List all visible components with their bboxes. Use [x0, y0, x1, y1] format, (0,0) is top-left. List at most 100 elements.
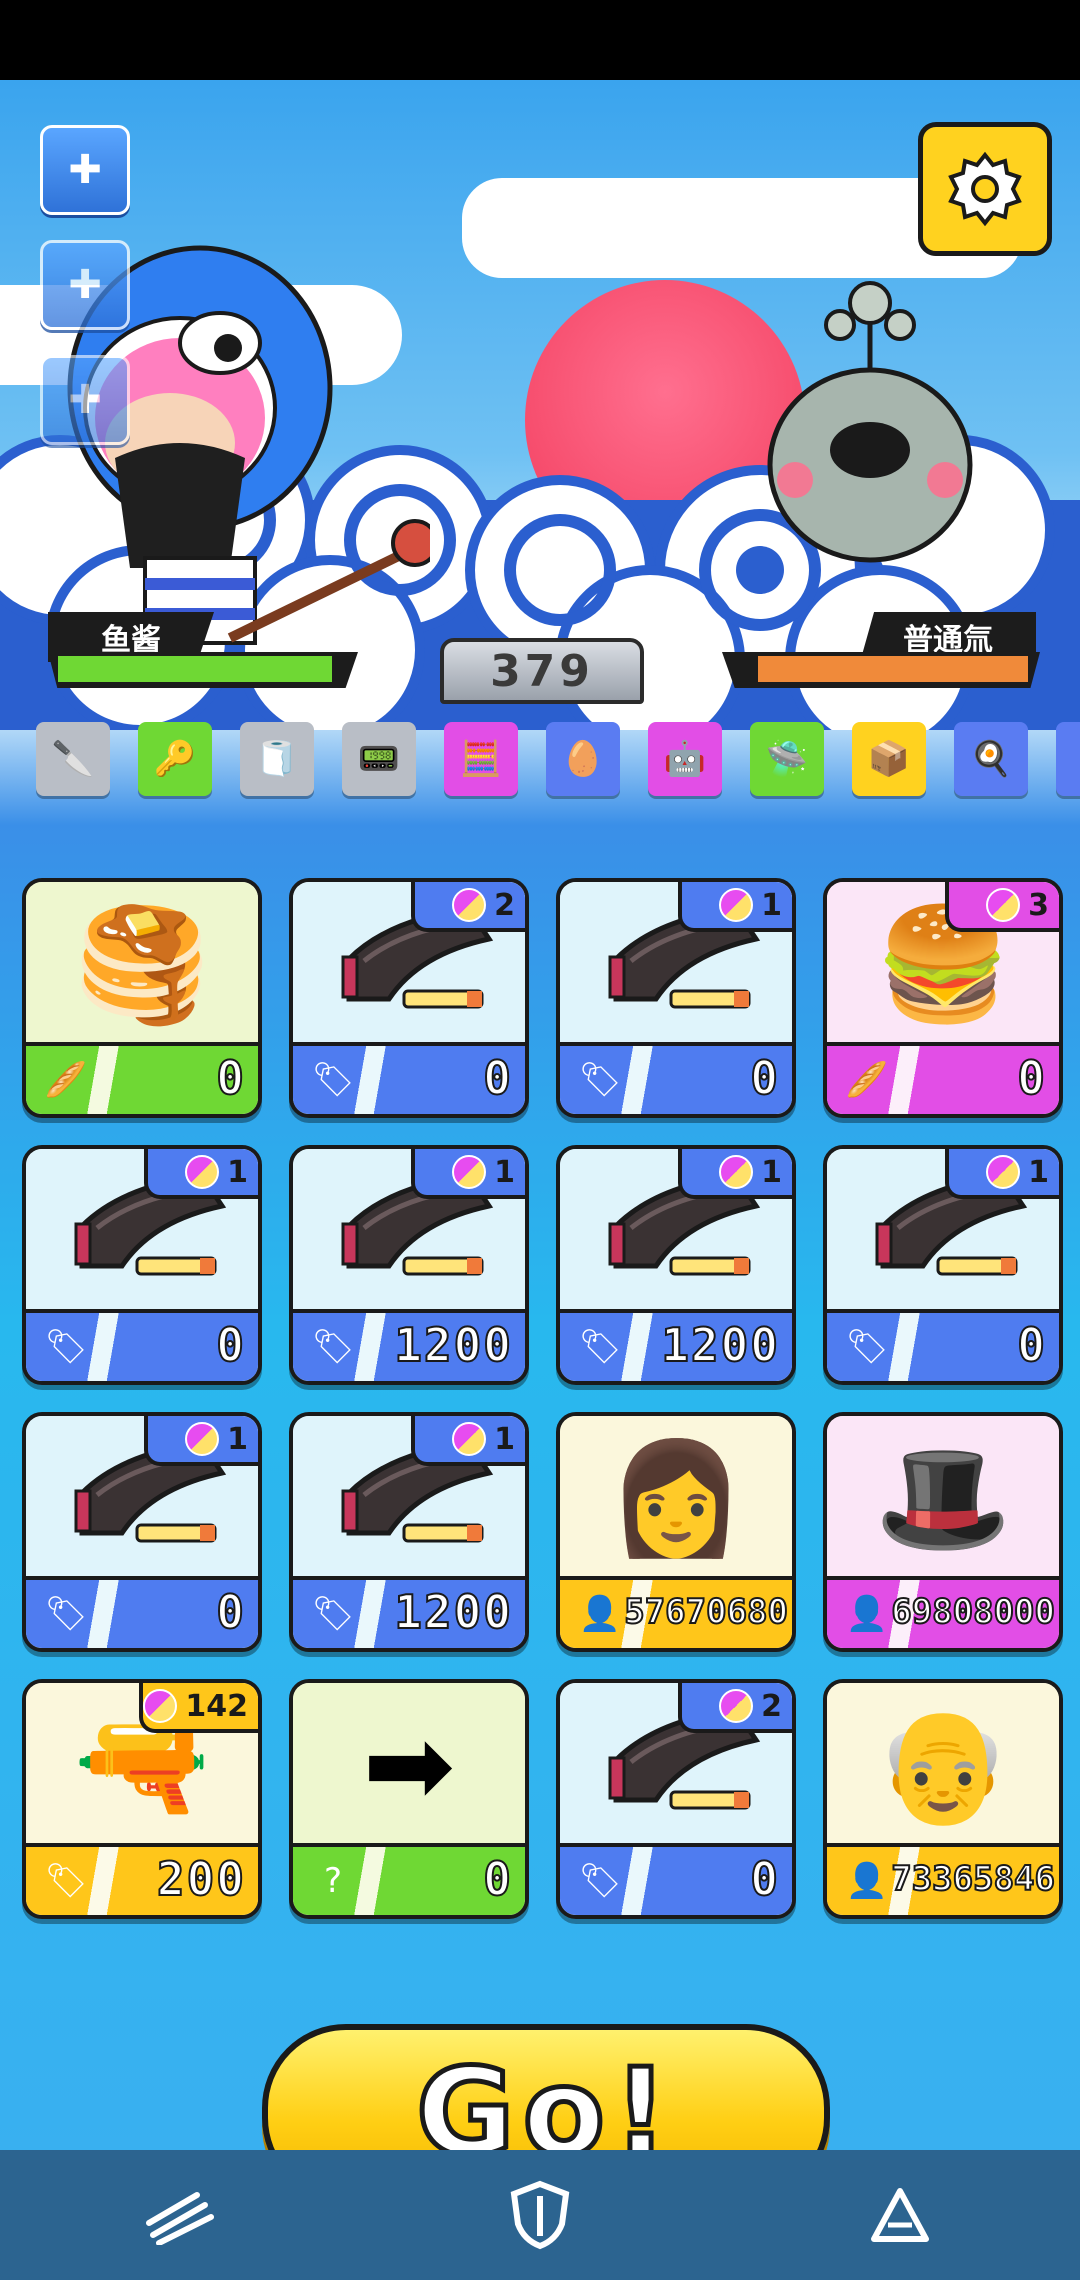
pancake-art: 🥞 [73, 899, 211, 1028]
card-value: 57670680 [623, 1591, 789, 1633]
gentleman-character-card[interactable]: 🎩 👤 69808000 [823, 1412, 1063, 1652]
tag-icon: 🏷 [44, 1861, 88, 1901]
card-value: 1200 [393, 1584, 513, 1640]
person-icon: 👤 [845, 1861, 889, 1901]
card-value: 0 [749, 1851, 780, 1907]
key-tool-icon: 🔑 [153, 739, 197, 779]
magazine-card[interactable]: 1 🏷 1200 [289, 1412, 529, 1652]
badge-count: 1 [761, 1154, 782, 1190]
tag-icon: 🏷 [578, 1861, 622, 1901]
level-badge: 1 [411, 1149, 525, 1199]
key-tool[interactable]: 🔑 [138, 722, 212, 796]
gear-icon [948, 151, 1022, 227]
magazine-card[interactable]: 1 🏷 1200 [556, 1145, 796, 1385]
badge-count: 1 [1028, 1154, 1049, 1190]
slash-icon [146, 2192, 214, 2245]
scientist-character-card[interactable]: 👴 👤 73365846 [823, 1679, 1063, 1919]
potion-icon [719, 1155, 754, 1189]
cleaver-tool[interactable]: 🔪 [36, 722, 110, 796]
card-value: 1200 [393, 1317, 513, 1373]
nav-triangle[interactable] [820, 2155, 980, 2275]
score-counter: 379 [440, 638, 644, 704]
plus-icon: ✚ [68, 147, 102, 193]
drone-tool[interactable]: 🛸 [750, 722, 824, 796]
tag-icon: 🏷 [578, 1327, 622, 1367]
card-value: 69808000 [890, 1591, 1056, 1633]
add-button-2[interactable]: ✚ [40, 240, 130, 330]
magazine-card[interactable]: 1 🏷 0 [556, 878, 796, 1118]
magazine-card[interactable]: 1 🏷 0 [22, 1412, 262, 1652]
level-badge: 2 [678, 1683, 792, 1733]
badge-count: 1 [494, 1154, 515, 1190]
card-value: 0 [482, 1050, 513, 1106]
potion-icon [719, 888, 754, 922]
gatling-gun-card[interactable]: 🔫 142 🏷 200 [22, 1679, 262, 1919]
ammo-box-tool[interactable]: 📦 [852, 722, 926, 796]
scientist-character-art: 👴 [874, 1700, 1012, 1829]
badge-count: 142 [185, 1688, 248, 1724]
level-badge: 2 [411, 882, 525, 932]
magazine-card[interactable]: 1 🏷 0 [22, 1145, 262, 1385]
potion-icon [185, 1422, 220, 1456]
circuit-tool-icon: 📟 [357, 739, 401, 779]
level-badge: 1 [144, 1149, 258, 1199]
level-badge: 142 [139, 1683, 258, 1733]
level-badge: 1 [411, 1416, 525, 1466]
red-arrow-card[interactable]: ➡? 0 [289, 1679, 529, 1919]
magazine-card[interactable]: 2 🏷 0 [556, 1679, 796, 1919]
add-button-3[interactable]: ✚ [40, 355, 130, 445]
card-value: 0 [215, 1584, 246, 1640]
gentleman-character-art: 🎩 [874, 1433, 1012, 1562]
girl-character-card[interactable]: 👩 👤 57670680 [556, 1412, 796, 1652]
tag-icon: 🏷 [578, 1060, 622, 1100]
settings-button[interactable] [918, 122, 1052, 256]
burger-card[interactable]: 🍔 3 🥖 0 [823, 878, 1063, 1118]
shield-icon [510, 2180, 570, 2250]
magazine-card[interactable]: 1 🏷 1200 [289, 1145, 529, 1385]
robot-tool-icon: 🤖 [663, 739, 707, 779]
tool-strip: 🔪 🔑 🧻 📟 🧮 🥚 🤖 🛸 📦 🍳 🧃 [0, 722, 1080, 800]
calculator-tool[interactable]: 🧮 [444, 722, 518, 796]
potion-icon [452, 1155, 487, 1189]
card-value: 1200 [660, 1317, 780, 1373]
drone-tool-icon: 🛸 [765, 739, 809, 779]
potion-icon [719, 1689, 754, 1723]
bottom-navigation [0, 2150, 1080, 2280]
add-button-1[interactable]: ✚ [40, 125, 130, 215]
nav-attack[interactable] [100, 2155, 260, 2275]
card-value: 0 [749, 1050, 780, 1106]
robot-tool[interactable]: 🤖 [648, 722, 722, 796]
potion-icon [143, 1689, 178, 1723]
level-badge: 1 [678, 882, 792, 932]
extra-tool-icon: 🧃 [1072, 739, 1080, 779]
pan-tool[interactable]: 🍳 [954, 722, 1028, 796]
badge-count: 1 [494, 1421, 515, 1457]
magazine-card[interactable]: 1 🏷 0 [823, 1145, 1063, 1385]
roll-tool[interactable]: 🧻 [240, 722, 314, 796]
player-health-fill [58, 656, 332, 682]
tag-icon: 🏷 [311, 1594, 355, 1634]
cleaver-tool-icon: 🔪 [51, 739, 95, 779]
red-arrow-art: ➡ [362, 1701, 456, 1829]
nest-tool[interactable]: 🥚 [546, 722, 620, 796]
card-value: 0 [1016, 1317, 1047, 1373]
circuit-tool[interactable]: 📟 [342, 722, 416, 796]
magazine-card[interactable]: 2 🏷 0 [289, 878, 529, 1118]
enemy-health-fill [758, 656, 1028, 682]
potion-icon [986, 888, 1021, 922]
badge-count: 3 [1028, 887, 1049, 923]
badge-count: 1 [227, 1154, 248, 1190]
enemy-health-bar [722, 652, 1040, 688]
level-badge: 1 [678, 1149, 792, 1199]
question-icon: ? [323, 1861, 343, 1901]
card-value: 0 [1016, 1050, 1047, 1106]
badge-count: 1 [227, 1421, 248, 1457]
potion-icon [185, 1155, 220, 1189]
extra-tool[interactable]: 🧃 [1056, 722, 1080, 796]
person-icon: 👤 [578, 1594, 622, 1634]
pancake-card[interactable]: 🥞 🥖 0 [22, 878, 262, 1118]
nav-shield[interactable] [460, 2155, 620, 2275]
card-value: 0 [215, 1050, 246, 1106]
ammo-box-tool-icon: 📦 [867, 739, 911, 779]
level-badge: 1 [144, 1416, 258, 1466]
